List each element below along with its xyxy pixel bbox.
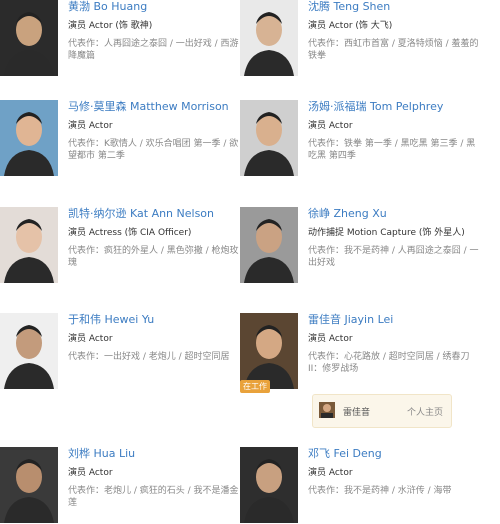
celebrity-role: 演员 Actor (饰 歌神): [68, 21, 153, 31]
celebrity-role: 演员 Actor: [68, 121, 113, 131]
celebrity-name[interactable]: 徐峥 Zheng Xu: [308, 207, 480, 221]
celebrity-name[interactable]: 于和伟 Hewei Yu: [68, 313, 240, 327]
status-badge: 在工作: [240, 380, 270, 393]
celebrity-name[interactable]: 凯特·纳尔逊 Kat Ann Nelson: [68, 207, 240, 221]
representative-works: 代表作：老炮儿 / 疯狂的石头 / 我不是潘金莲: [68, 485, 240, 509]
representative-works: 代表作：铁拳 第一季 / 黑吃黑 第三季 / 黑吃黑 第四季: [308, 138, 480, 162]
works-label: 代表作：: [308, 246, 345, 256]
celebrity-photo[interactable]: [240, 0, 298, 76]
popup-name: 雷佳音: [343, 408, 371, 418]
celebrity-name[interactable]: 汤姆·派福瑞 Tom Pelphrey: [308, 100, 480, 114]
popup-avatar: [319, 402, 335, 418]
celebrity-role: 演员 Actor: [68, 334, 113, 344]
celebrity-photo[interactable]: [0, 207, 58, 283]
representative-works: 代表作：疯狂的外星人 / 黑色弥撒 / 枪炮玫瑰: [68, 245, 240, 269]
celebrity-photo[interactable]: [240, 447, 298, 523]
celebrity-photo[interactable]: [0, 313, 58, 389]
celebrity-role: 演员 Actor: [308, 334, 353, 344]
representative-works: 代表作：K歌情人 / 欢乐合唱团 第一季 / 欲望都市 第二季: [68, 138, 240, 162]
celebrity-role: 动作捕捉 Motion Capture (饰 外星人): [308, 228, 465, 238]
celebrity-photo[interactable]: [240, 313, 298, 389]
representative-works: 代表作：人再囧途之泰囧 / 一出好戏 / 西游降魔篇: [68, 38, 240, 62]
works-label: 代表作：: [308, 39, 345, 49]
works-label: 代表作：: [308, 352, 345, 362]
works-label: 代表作：: [68, 246, 105, 256]
representative-works: 代表作：心花路放 / 超时空同居 / 绣春刀II：修罗战场: [308, 351, 480, 375]
representative-works: 代表作：一出好戏 / 老炮儿 / 超时空同居: [68, 351, 240, 363]
works-list[interactable]: 我不是药神 / 水浒传 / 海带: [344, 486, 452, 496]
representative-works: 代表作：西虹市首富 / 夏洛特烦恼 / 羞羞的铁拳: [308, 38, 480, 62]
celebrity-name[interactable]: 刘桦 Hua Liu: [68, 447, 240, 461]
works-label: 代表作：: [68, 352, 105, 362]
representative-works: 代表作：我不是药神 / 人再囧途之泰囧 / 一出好戏: [308, 245, 480, 269]
celebrity-name[interactable]: 雷佳音 Jiayin Lei: [308, 313, 480, 327]
celebrity-role: 演员 Actor: [68, 468, 113, 478]
celebrity-photo[interactable]: [0, 447, 58, 523]
works-label: 代表作：: [68, 139, 105, 149]
celebrity-role: 演员 Actor (饰 大飞): [308, 21, 393, 31]
celebrity-role: 演员 Actor: [308, 121, 353, 131]
works-label: 代表作：: [308, 139, 345, 149]
celebrity-role: 演员 Actress (饰 CIA Officer): [68, 228, 192, 238]
celebrity-name[interactable]: 黄渤 Bo Huang: [68, 0, 240, 14]
celebrity-photo[interactable]: [240, 207, 298, 283]
celebrity-role: 演员 Actor: [308, 468, 353, 478]
celebrity-photo[interactable]: [240, 100, 298, 176]
works-label: 代表作：: [308, 486, 345, 496]
profile-popup: 雷佳音 个人主页: [312, 394, 452, 428]
works-label: 代表作：: [68, 486, 105, 496]
representative-works: 代表作：我不是药神 / 水浒传 / 海带: [308, 485, 480, 497]
works-label: 代表作：: [68, 39, 105, 49]
homepage-link[interactable]: 个人主页: [407, 405, 443, 418]
celebrity-name[interactable]: 马修·莫里森 Matthew Morrison: [68, 100, 240, 114]
celebrity-name[interactable]: 沈腾 Teng Shen: [308, 0, 480, 14]
works-list[interactable]: 一出好戏 / 老炮儿 / 超时空同居: [104, 352, 230, 362]
celebrity-photo[interactable]: [0, 0, 58, 76]
celebrity-photo[interactable]: [0, 100, 58, 176]
celebrity-name[interactable]: 邓飞 Fei Deng: [308, 447, 480, 461]
